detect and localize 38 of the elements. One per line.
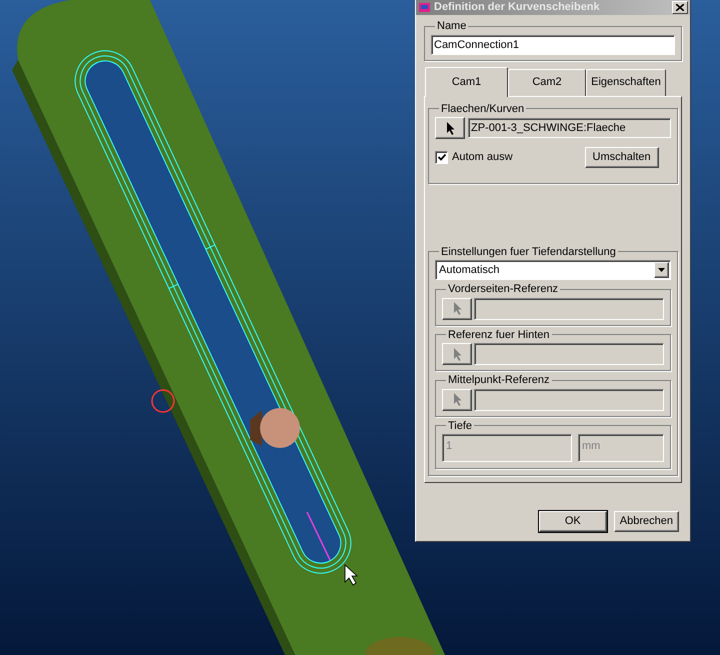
tab[interactable]: Cam1 (425, 66, 508, 96)
pointer-icon (452, 348, 462, 360)
checkbox[interactable] (435, 151, 448, 164)
name-field[interactable]: CamConnection1 (431, 34, 675, 54)
app-icon (418, 1, 431, 14)
pointer-icon (452, 393, 462, 406)
check-icon (438, 154, 446, 161)
group-label: Referenz fuer Hinten (447, 328, 550, 342)
dropdown[interactable]: Automatisch (435, 260, 671, 280)
mouse-pointer-icon (344, 564, 358, 586)
tab[interactable]: Eigenschaften (586, 68, 666, 96)
pointer-icon (452, 302, 462, 315)
caret-icon (658, 268, 665, 272)
reference-field[interactable] (474, 343, 664, 365)
group-label: Flaechen/Kurven (440, 102, 526, 116)
cancel-button[interactable]: Abbrechen (614, 510, 679, 532)
origin-marker-icon (151, 389, 175, 413)
group-label: Name (436, 19, 468, 34)
close-button[interactable] (672, 1, 688, 14)
reference-field[interactable] (474, 298, 664, 320)
select-button[interactable] (435, 117, 465, 139)
dropdown-arrow-button[interactable] (654, 262, 669, 278)
tab[interactable]: Cam2 (508, 68, 586, 96)
group-label: Vorderseiten-Referenz (447, 282, 560, 297)
hole-drawing (365, 637, 435, 655)
pin-drawing (250, 408, 300, 448)
toggle-button[interactable]: Umschalten (584, 147, 659, 168)
pointer-icon (446, 122, 454, 134)
group-label: Einstellungen fuer Tiefendarstellung (440, 244, 617, 260)
group-label: Mittelpunkt-Referenz (447, 373, 550, 388)
dropdown-value: Automatisch (439, 262, 501, 278)
checkbox-label: Autom ausw (452, 150, 513, 166)
close-icon (676, 4, 684, 11)
selection-field[interactable]: ZP-001-3_SCHWINGE:Flaeche (468, 118, 671, 138)
group-label: Tiefe (447, 418, 474, 434)
ok-button[interactable]: OK (538, 510, 607, 532)
window-title: Definition der Kurvenscheibenk (434, 0, 601, 16)
reference-field[interactable] (474, 388, 664, 410)
